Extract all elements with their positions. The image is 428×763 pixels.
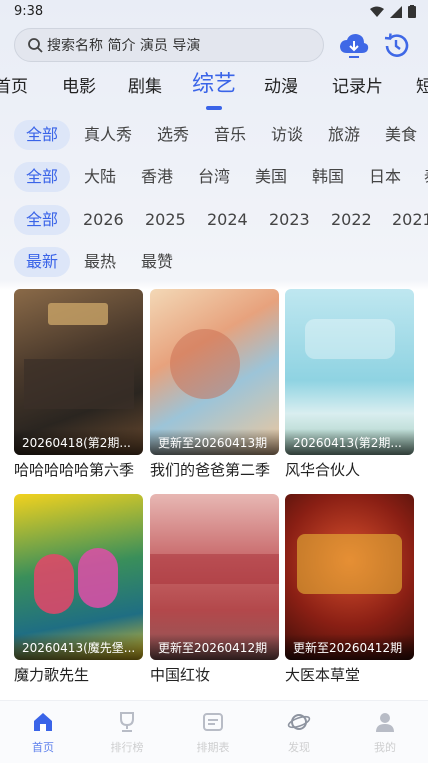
episode-badge: 20260413(第2期...	[293, 436, 402, 450]
nav-home[interactable]: 首页	[13, 711, 73, 755]
nav-label: 发现	[288, 741, 310, 754]
filter-chip[interactable]: 美国	[255, 162, 287, 192]
nav-label: 排行榜	[110, 741, 144, 754]
status-time: 9:38	[14, 4, 44, 19]
poster-image: 20260413(第2期...	[285, 289, 414, 455]
poster-image: 更新至20260412期	[285, 494, 414, 660]
download-button[interactable]	[338, 30, 370, 62]
filter-chip[interactable]: 选秀	[157, 120, 189, 150]
signal-icon	[390, 5, 402, 18]
filter-chip[interactable]: 大陆	[84, 162, 116, 192]
poster-image: 20260418(第2期...	[14, 289, 143, 455]
show-title: 我们的爸爸第二季	[150, 461, 271, 479]
filter-chip[interactable]: 台湾	[198, 162, 230, 192]
history-icon	[384, 33, 409, 57]
user-icon	[376, 713, 394, 732]
filter-chip[interactable]: 全部	[14, 205, 71, 235]
episode-badge: 20260418(第2期...	[22, 436, 131, 450]
schedule-icon	[203, 713, 223, 731]
filter-chip[interactable]: 2026	[83, 205, 124, 235]
filter-chip[interactable]: 2024	[207, 205, 248, 235]
filter-chip[interactable]: 最赞	[141, 247, 173, 277]
episode-badge: 更新至20260413期	[158, 436, 268, 450]
show-title: 哈哈哈哈哈第六季	[14, 461, 135, 479]
poster-image: 更新至20260413期	[150, 289, 279, 455]
tab-documentary[interactable]: 记录片	[332, 72, 383, 102]
show-title: 中国红妆	[150, 666, 211, 684]
tab-movie[interactable]: 电影	[62, 72, 96, 102]
tab-variety[interactable]: 综艺	[192, 72, 236, 100]
search-placeholder: 搜索名称 简介 演员 导演	[47, 38, 201, 54]
tab-series[interactable]: 剧集	[128, 72, 162, 102]
poster-image: 20260413(魔先堡...	[14, 494, 143, 660]
search-icon	[28, 38, 43, 53]
filter-chip[interactable]: 最热	[84, 247, 116, 277]
filter-chip[interactable]: 2021	[392, 205, 428, 235]
filter-chip[interactable]: 2025	[145, 205, 186, 235]
tab-short[interactable]: 短	[416, 72, 428, 102]
planet-icon	[287, 714, 311, 730]
filter-chip[interactable]: 全部	[14, 120, 71, 150]
nav-schedule[interactable]: 排期表	[183, 711, 243, 755]
filter-chip[interactable]: 香港	[141, 162, 173, 192]
status-bar: 9:38	[0, 0, 428, 24]
filter-chip[interactable]: 2022	[331, 205, 372, 235]
filter-chip[interactable]: 音乐	[214, 120, 246, 150]
filter-chip[interactable]: 日本	[369, 162, 401, 192]
filter-chip[interactable]: 最新	[14, 247, 71, 277]
filter-chip[interactable]: 美食	[385, 120, 417, 150]
wifi-icon	[370, 6, 384, 17]
nav-label: 我的	[374, 741, 396, 754]
bottom-nav: 首页 排行榜 排期表 发现 我的	[0, 700, 428, 763]
filter-chip[interactable]: 2023	[269, 205, 310, 235]
trophy-icon	[120, 712, 134, 732]
status-icons	[370, 5, 416, 18]
show-title: 魔力歌先生	[14, 666, 90, 684]
episode-badge: 更新至20260412期	[293, 641, 403, 655]
nav-label: 首页	[32, 741, 54, 754]
search-input[interactable]: 搜索名称 简介 演员 导演	[14, 28, 324, 62]
nav-profile[interactable]: 我的	[355, 711, 415, 755]
episode-badge: 更新至20260412期	[158, 641, 268, 655]
filter-genre: 全部 真人秀 选秀 音乐 访谈 旅游 美食	[0, 120, 428, 150]
filter-chip[interactable]: 韩国	[312, 162, 344, 192]
category-tabs: 首页 电影 剧集 综艺 动漫 记录片 短	[0, 72, 428, 108]
poster-image: 更新至20260412期	[150, 494, 279, 660]
nav-discover[interactable]: 发现	[269, 711, 329, 755]
show-title: 大医本草堂	[285, 666, 361, 684]
history-button[interactable]	[380, 30, 412, 62]
filter-chip[interactable]: 泰	[424, 162, 428, 192]
home-icon	[34, 713, 52, 731]
nav-label: 排期表	[196, 741, 230, 754]
filter-chip[interactable]: 真人秀	[84, 120, 132, 150]
tab-indicator	[206, 106, 222, 110]
filter-chip[interactable]: 旅游	[328, 120, 360, 150]
tab-home[interactable]: 首页	[0, 72, 28, 102]
nav-ranking[interactable]: 排行榜	[97, 711, 157, 755]
filter-chip[interactable]: 全部	[14, 162, 71, 192]
content-grid: 20260418(第2期... 哈哈哈哈哈第六季 更新至20260413期 我们…	[0, 288, 428, 700]
episode-badge: 20260413(魔先堡...	[22, 641, 136, 655]
filter-year: 全部 2026 2025 2024 2023 2022 2021	[0, 205, 428, 235]
show-title: 风华合伙人	[285, 461, 361, 479]
filter-region: 全部 大陆 香港 台湾 美国 韩国 日本 泰	[0, 162, 428, 192]
tab-anime[interactable]: 动漫	[264, 72, 298, 102]
cloud-download-icon	[340, 34, 369, 58]
filter-sort: 最新 最热 最赞	[0, 247, 428, 277]
battery-icon	[408, 5, 416, 18]
filter-chip[interactable]: 访谈	[271, 120, 303, 150]
